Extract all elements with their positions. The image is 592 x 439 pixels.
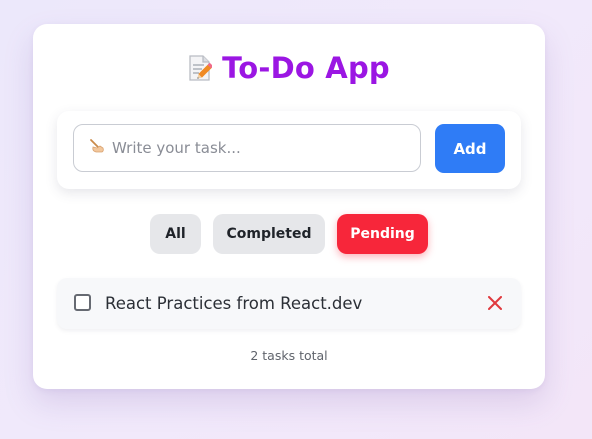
- task-checkbox[interactable]: [74, 294, 91, 311]
- page-title: To-Do App: [222, 51, 390, 85]
- todo-card: To-Do App Write your task... Add All Com…: [33, 24, 545, 389]
- close-icon[interactable]: [485, 293, 505, 313]
- filter-completed-button[interactable]: Completed: [213, 214, 325, 254]
- add-button[interactable]: Add: [435, 124, 505, 173]
- task-input[interactable]: Write your task...: [73, 124, 421, 172]
- task-item: React Practices from React.dev: [57, 278, 521, 329]
- add-task-panel: Write your task... Add: [57, 111, 521, 189]
- task-input-placeholder: Write your task...: [112, 139, 241, 157]
- filter-bar: All Completed Pending: [33, 214, 545, 254]
- filter-pending-button[interactable]: Pending: [337, 214, 428, 254]
- task-text: React Practices from React.dev: [105, 294, 363, 313]
- writing-hand-icon: [88, 138, 106, 158]
- memo-pencil-icon: [188, 54, 214, 82]
- filter-all-button[interactable]: All: [150, 214, 201, 254]
- app-header: To-Do App: [33, 50, 545, 86]
- task-count: 2 tasks total: [250, 348, 328, 363]
